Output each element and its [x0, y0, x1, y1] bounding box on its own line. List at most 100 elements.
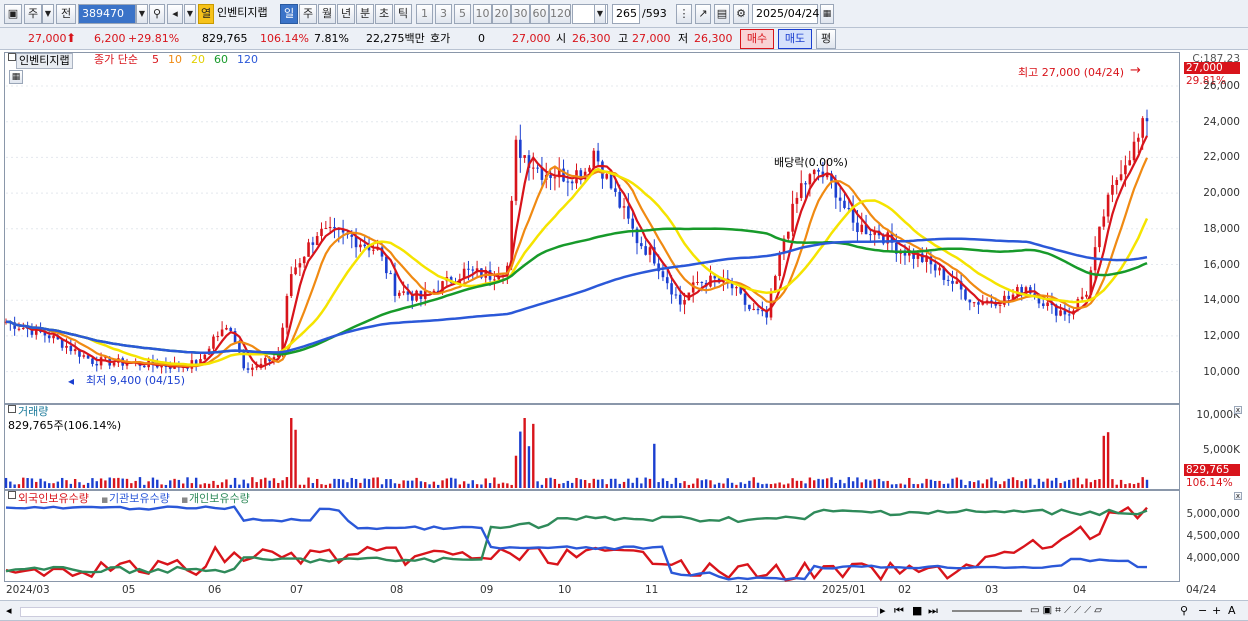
toolbar-icons[interactable]: ▭ ▣ ⌗ ⟋ ⟋ ⟋ ▱ [1030, 604, 1102, 618]
hoga-label: 호가 [430, 32, 451, 45]
price-y-label: 26,000 [1203, 80, 1240, 92]
period-tab-3[interactable]: 년 [337, 4, 355, 24]
price-y-label: 14,000 [1203, 294, 1240, 307]
stop-icon[interactable]: ■ [912, 604, 922, 618]
legend-separator: ▪ [101, 493, 109, 506]
stock-code-input[interactable]: 389470 [78, 4, 136, 24]
price-y-label: 10,000 [1203, 365, 1240, 378]
x-label: 04/24 [1186, 584, 1217, 596]
x-label: 07 [290, 584, 304, 596]
interval-tab-7[interactable]: 120 [549, 4, 571, 24]
interval-tab-2[interactable]: 5 [454, 4, 471, 24]
search-icon[interactable]: ⚲ [149, 4, 165, 24]
x-label: 04 [1073, 584, 1087, 596]
sell-button[interactable]: 매도 [778, 29, 812, 49]
price-y-label: 22,000 [1203, 151, 1240, 164]
period-tab-1[interactable]: 주 [299, 4, 317, 24]
calendar-icon[interactable]: ▦ [820, 4, 834, 24]
high-value: 27,000 [632, 32, 671, 45]
x-label: 05 [122, 584, 136, 596]
zoom-slider[interactable] [952, 610, 1022, 612]
price-chart-panel[interactable] [4, 52, 1180, 404]
stock-name: 인벤티지랩 [217, 6, 268, 19]
count-input[interactable]: 265 [612, 4, 640, 24]
next-page-icon[interactable]: ⏭ [928, 604, 938, 618]
main-toolbar: ▣ 주 ▼ 전 389470 ▼ ⚲ ◂ ▼ 열 인벤티지랩 일주월년분초틱 1… [0, 0, 1248, 28]
high-arrow-icon: → [1130, 63, 1141, 78]
x-label: 09 [480, 584, 494, 596]
holding-y-label: 4,000,000 [1186, 552, 1240, 564]
ma-legend-3: 60 [214, 53, 228, 66]
period-tab-6[interactable]: 틱 [394, 4, 412, 24]
chart-type-icon[interactable]: ⋮ [676, 4, 692, 24]
holding-handle-icon[interactable] [8, 491, 16, 499]
period-tab-4[interactable]: 분 [356, 4, 374, 24]
period-tab-2[interactable]: 월 [318, 4, 336, 24]
period-tab-5[interactable]: 초 [375, 4, 393, 24]
open-label: 시 [556, 32, 567, 45]
interval-dropdown-icon[interactable]: ▼ [594, 4, 606, 24]
zoom-out-icon[interactable]: − [1198, 604, 1207, 618]
period-tab-0[interactable]: 일 [280, 4, 298, 24]
interval-tab-3[interactable]: 10 [473, 4, 492, 24]
current-price-tag: 27,000 [1184, 62, 1240, 74]
price-change: 6,200 [94, 32, 126, 45]
holding-close-icon[interactable]: x [1234, 492, 1242, 500]
market-select[interactable]: 주 [24, 4, 42, 24]
volume-close-icon[interactable]: x [1234, 406, 1242, 414]
low-value: 26,300 [694, 32, 733, 45]
ma-legend-1: 10 [168, 53, 182, 66]
font-size-icon[interactable]: A [1228, 604, 1236, 618]
ma-legend-0: 5 [152, 53, 159, 66]
open-badge: 열 [198, 4, 214, 24]
price-y-label: 18,000 [1203, 222, 1240, 235]
holding-legend-0: 외국인보유수량 [18, 492, 89, 505]
x-label: 10 [558, 584, 572, 596]
zoom-in-icon[interactable]: + [1212, 604, 1221, 618]
zoom-search-icon[interactable]: ⚲ [1180, 604, 1188, 618]
scroll-right-icon[interactable]: ▸ [880, 604, 886, 618]
interval-tab-0[interactable]: 1 [416, 4, 433, 24]
interval-tab-1[interactable]: 3 [435, 4, 452, 24]
x-label: 11 [645, 584, 659, 596]
current-price: 27,000 [28, 32, 67, 45]
first-page-icon[interactable]: ⏮ [894, 604, 904, 618]
volume-value-label: 829,765주(106.14%) [8, 419, 122, 432]
volume-handle-icon[interactable] [8, 405, 16, 413]
hoga-value: 0 [478, 32, 485, 45]
ma-legend-2: 20 [191, 53, 205, 66]
interval-tab-6[interactable]: 60 [530, 4, 549, 24]
scroll-left-icon[interactable]: ◂ [6, 604, 12, 618]
interval-tab-4[interactable]: 20 [492, 4, 511, 24]
price-y-label: 16,000 [1203, 258, 1240, 271]
volume-y-label: 5,000K [1203, 444, 1240, 456]
grid-toggle-icon[interactable]: ▦ [9, 70, 23, 84]
low-arrow-icon: ◂ [68, 374, 75, 388]
market-dropdown-icon[interactable]: ▼ [42, 4, 54, 24]
date-input[interactable]: 2025/04/24 [752, 4, 819, 24]
price-y-label: 20,000 [1203, 187, 1240, 200]
window-menu-icon[interactable]: ▣ [4, 4, 22, 24]
price-name-tag[interactable]: 인벤티지랩 [16, 53, 73, 69]
scrollbar-track[interactable] [20, 607, 878, 617]
volume-chart-panel[interactable] [4, 404, 1180, 490]
panel-handle-icon[interactable] [8, 53, 16, 61]
volume-value: 829,765 [202, 32, 248, 45]
speaker-icon[interactable]: ◂ [167, 4, 183, 24]
zoom-icon[interactable]: ↗ [695, 4, 711, 24]
settings-icon[interactable]: ⚙ [733, 4, 749, 24]
buy-button[interactable]: 매수 [740, 29, 774, 49]
x-label: 12 [735, 584, 749, 596]
interval-tab-5[interactable]: 30 [511, 4, 530, 24]
volume-title[interactable]: 거래량 [18, 405, 48, 419]
x-label: 2024/03 [6, 584, 50, 596]
speaker-dropdown-icon[interactable]: ▼ [184, 4, 196, 24]
volume-ratio: 106.14% [260, 32, 309, 45]
volume-tag-value: 829,765 [1184, 464, 1240, 476]
code-dropdown-icon[interactable]: ▼ [136, 4, 148, 24]
x-label: 02 [898, 584, 912, 596]
avg-button[interactable]: 평 [816, 29, 836, 49]
bottom-bar: ◂ ▸ ⏮ ■ ⏭ ▭ ▣ ⌗ ⟋ ⟋ ⟋ ▱ ⚲ − + A [0, 600, 1248, 621]
save-icon[interactable]: ▤ [714, 4, 730, 24]
prev-button[interactable]: 전 [56, 4, 76, 24]
